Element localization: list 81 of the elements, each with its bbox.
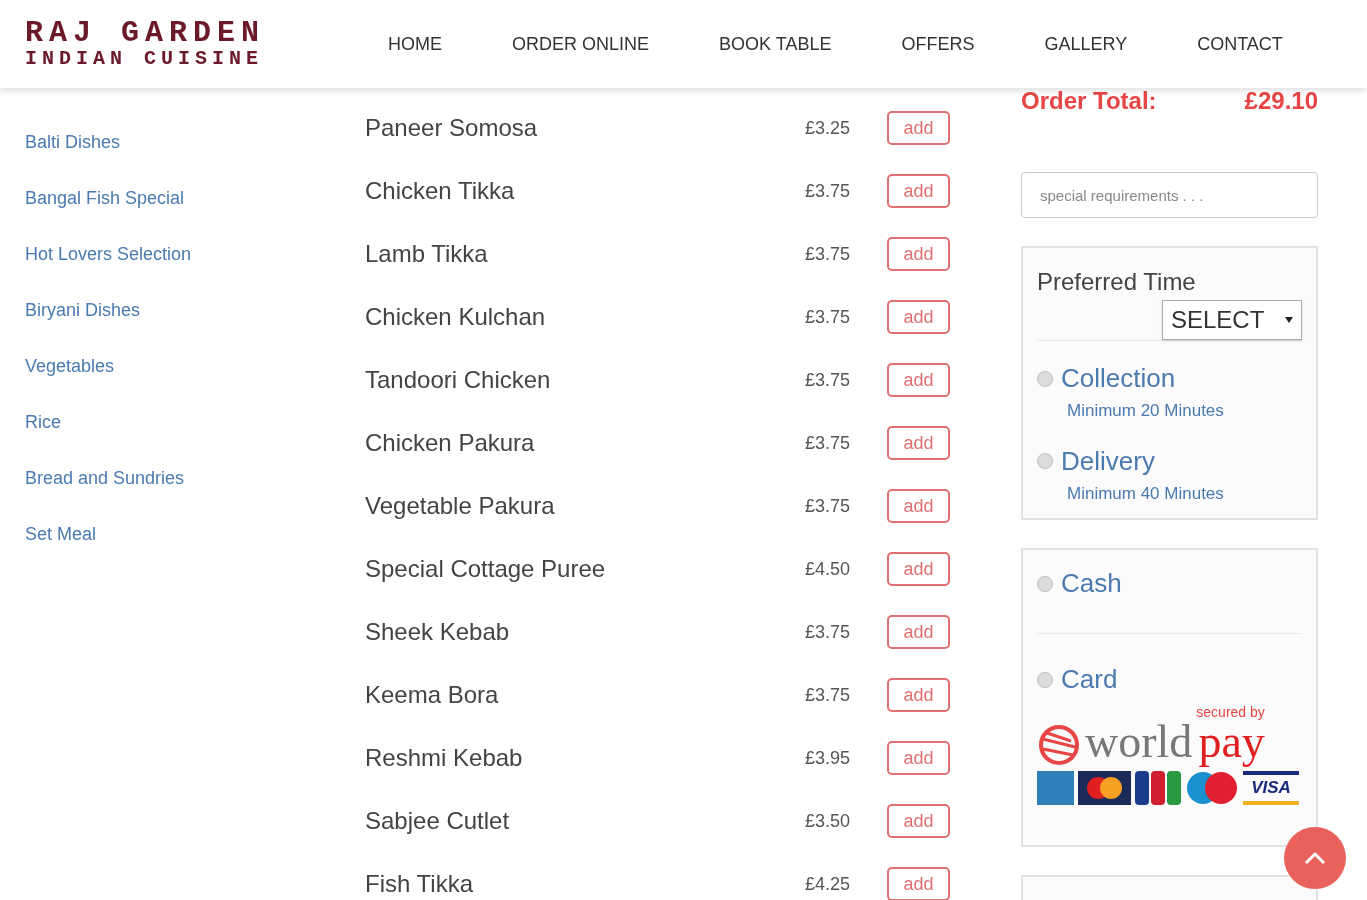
add-button[interactable]: add <box>887 678 950 712</box>
option-label[interactable]: Collection <box>1061 359 1176 398</box>
add-button[interactable]: add <box>887 615 950 649</box>
add-button[interactable]: add <box>887 741 950 775</box>
nav-link[interactable]: BOOK TABLE <box>719 30 832 58</box>
add-button[interactable]: add <box>887 804 950 838</box>
dish-name: Tandoori Chicken <box>365 365 552 395</box>
dish-name: Special Cottage Puree <box>365 554 607 584</box>
worldpay-world: world <box>1085 719 1193 765</box>
dish-name: Paneer Somosa <box>365 113 539 143</box>
secured-by-text: secured by <box>1196 705 1265 719</box>
dish-name: Sabjee Cutlet <box>365 806 511 836</box>
dish-name: Fish Tikka <box>365 869 475 899</box>
preferred-time-label: Preferred Time <box>1037 267 1197 297</box>
category-link[interactable]: Bread and Sundries <box>25 466 340 490</box>
dish-name: Chicken Tikka <box>365 176 516 206</box>
option-label[interactable]: Card <box>1061 660 1118 699</box>
dish-price: £3.75 <box>805 242 852 266</box>
category-link[interactable]: Hot Lovers Selection <box>25 242 340 266</box>
category-link[interactable]: Rice <box>25 410 340 434</box>
order-total-label: Order Total: <box>1021 86 1157 116</box>
requirements-field[interactable]: special requirements . . . <box>1021 172 1318 218</box>
caret-icon <box>1285 317 1293 323</box>
radio-button[interactable] <box>1037 575 1053 592</box>
dish-price: £3.75 <box>805 368 852 392</box>
dish-name: Reshmi Kebab <box>365 743 524 773</box>
worldpay-pay: pay <box>1198 719 1265 765</box>
nav-link[interactable]: ORDER ONLINE <box>512 30 650 58</box>
nav-link[interactable]: CONTACT <box>1197 30 1283 58</box>
add-button[interactable]: add <box>887 111 950 145</box>
dish-name: Sheek Kebab <box>365 617 511 647</box>
time-select[interactable]: SELECT <box>1162 300 1302 340</box>
dish-price: £3.95 <box>805 746 852 770</box>
nav-link[interactable]: OFFERS <box>901 30 975 58</box>
nav-link[interactable]: GALLERY <box>1044 30 1128 58</box>
option-label[interactable]: Delivery <box>1061 441 1155 481</box>
dish-price: £4.50 <box>805 557 852 581</box>
option-label[interactable]: Cash <box>1061 564 1122 603</box>
add-button[interactable]: add <box>887 237 950 271</box>
category-link[interactable]: Vegetables <box>25 354 340 378</box>
card-icon <box>1037 771 1074 805</box>
add-button[interactable]: add <box>887 174 950 208</box>
radio-button[interactable] <box>1037 370 1053 387</box>
add-button[interactable]: add <box>887 363 950 397</box>
dish-price: £3.75 <box>805 179 852 203</box>
visa-card: VISA <box>1243 771 1299 805</box>
logo-subtitle: INDIAN CUISINE <box>25 48 265 70</box>
dish-price: £4.25 <box>805 872 852 896</box>
add-button[interactable]: add <box>887 426 950 460</box>
globe-icon <box>1037 725 1081 765</box>
nav-link[interactable]: HOME <box>388 30 442 58</box>
option-note: Minimum 40 Minutes <box>1067 482 1225 505</box>
category-link[interactable]: Set Meal <box>25 522 340 546</box>
category-link[interactable]: Bangal Fish Special <box>25 186 340 210</box>
dish-name: Lamb Tikka <box>365 239 489 269</box>
radio-button[interactable] <box>1037 453 1053 469</box>
add-button[interactable]: add <box>887 489 950 523</box>
order-total-value: £29.10 <box>1244 86 1318 116</box>
dish-name: Keema Bora <box>365 680 500 710</box>
dish-price: £3.75 <box>805 620 852 644</box>
category-link[interactable]: Balti Dishes <box>25 130 340 154</box>
dish-price: £3.75 <box>805 431 852 455</box>
dish-name: Vegetable Pakura <box>365 491 556 521</box>
card-icon <box>1185 771 1239 805</box>
radio-button[interactable] <box>1037 671 1053 688</box>
card-icon <box>1135 771 1181 805</box>
add-button[interactable]: add <box>887 300 950 334</box>
logo-title[interactable]: RAJ GARDEN <box>25 18 360 48</box>
dish-price: £3.50 <box>805 809 852 833</box>
add-button[interactable]: add <box>887 552 950 586</box>
card-icon <box>1078 771 1131 805</box>
dish-price: £3.75 <box>805 683 852 707</box>
chevron-up-icon <box>1304 851 1326 865</box>
add-button[interactable]: add <box>887 867 950 900</box>
category-link[interactable]: Biryani Dishes <box>25 298 340 322</box>
dish-price: £3.25 <box>805 116 852 140</box>
dish-name: Chicken Kulchan <box>365 302 547 332</box>
option-note: Minimum 20 Minutes <box>1067 400 1225 422</box>
dish-price: £3.75 <box>805 305 852 329</box>
dish-name: Chicken Pakura <box>365 428 536 458</box>
dish-price: £3.75 <box>805 494 852 518</box>
